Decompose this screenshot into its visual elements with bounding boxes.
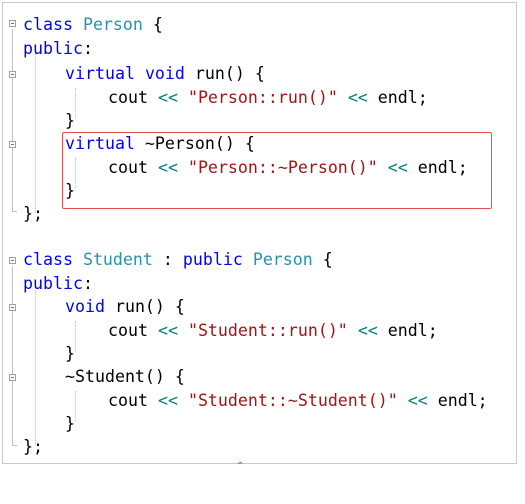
string-literal: "Student::~Student()" [187, 391, 398, 410]
method-signature: run() { [104, 297, 185, 316]
class-name: Person [82, 15, 143, 34]
mouse-cursor-icon: ⌃ [236, 461, 245, 472]
string-literal: "Person::run()" [187, 88, 338, 107]
string-literal: "Student::run()" [187, 321, 348, 340]
method-signature: ~Student() { [65, 367, 185, 386]
punct: { [142, 15, 163, 34]
identifier: cout [108, 391, 148, 410]
identifier: cout [108, 88, 148, 107]
code-line-3: virtual void run() { [3, 62, 265, 85]
punct: { [312, 250, 333, 269]
operator: << [157, 391, 178, 410]
operator: << [157, 321, 178, 340]
code-line-4: cout << "Person::run()" << endl; [3, 86, 428, 109]
punct: } [65, 344, 75, 363]
code-line-1: class Person { [3, 13, 163, 36]
indent-guide [75, 391, 76, 421]
identifier: endl; [367, 88, 428, 107]
code-line-18: } [3, 412, 75, 435]
code-line-7: cout << "Person::~Person()" << endl; [3, 156, 468, 179]
keyword: class [23, 250, 73, 269]
identifier: endl; [377, 321, 438, 340]
code-line-11: class Student : public Person { [3, 248, 333, 271]
code-area[interactable]: class Person { public: virtual void run(… [3, 3, 516, 463]
code-line-15: } [3, 342, 75, 365]
operator: << [157, 88, 178, 107]
code-editor-panel: class Person { public: virtual void run(… [2, 2, 517, 464]
access-specifier: public [23, 39, 83, 58]
operator: << [357, 321, 378, 340]
code-line-9: }; [3, 202, 63, 225]
code-line-2: public: [3, 37, 93, 60]
operator: << [407, 391, 428, 410]
keyword: void [144, 64, 185, 83]
code-line-13: void run() { [3, 295, 185, 318]
keyword: virtual [65, 64, 135, 83]
code-line-19: }; [3, 435, 63, 458]
punct: } [65, 414, 75, 433]
method-signature: run() { [184, 64, 265, 83]
operator: << [347, 88, 368, 107]
highlight-box-virtual-destructor [62, 132, 492, 209]
punct: }; [23, 437, 43, 456]
class-name: Student [82, 250, 153, 269]
code-line-6: virtual ~Person() { [3, 132, 255, 155]
base-class-name: Person [252, 250, 313, 269]
code-line-14: cout << "Student::run()" << endl; [3, 319, 438, 342]
code-line-8: } [3, 179, 75, 202]
code-line-16: ~Student() { [3, 365, 185, 388]
keyword: void [65, 297, 105, 316]
punct: }; [23, 204, 43, 223]
keyword: class [23, 15, 73, 34]
identifier: cout [108, 321, 148, 340]
indent-guide [75, 88, 76, 118]
punct: : [82, 274, 93, 293]
punct: } [65, 111, 75, 130]
punct: : [152, 250, 183, 269]
access-specifier: public [23, 274, 83, 293]
code-line-17: cout << "Student::~Student()" << endl; [3, 389, 488, 412]
identifier: endl; [427, 391, 488, 410]
code-line-12: public: [3, 272, 93, 295]
indent-guide [75, 321, 76, 351]
code-line-5: } [3, 109, 75, 132]
keyword: public [182, 250, 243, 269]
punct: : [82, 39, 93, 58]
